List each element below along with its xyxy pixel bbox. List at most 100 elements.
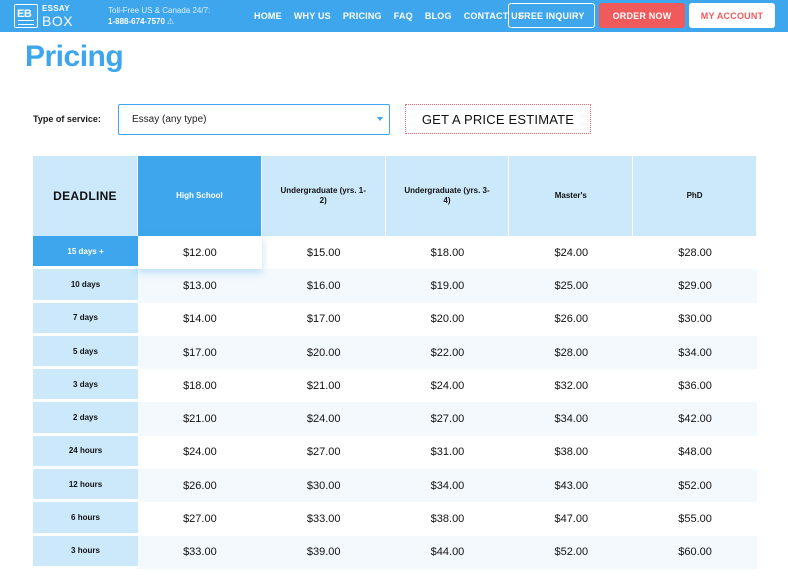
- price-cell[interactable]: $34.00: [509, 402, 634, 436]
- price-cell[interactable]: $47.00: [509, 502, 634, 536]
- service-type-select[interactable]: Essay (any type): [118, 104, 390, 135]
- price-cell[interactable]: $24.00: [261, 402, 386, 436]
- price-cell[interactable]: $22.00: [385, 335, 510, 370]
- price-cell[interactable]: $38.00: [509, 435, 634, 470]
- price-estimate-button[interactable]: GET A PRICE ESTIMATE: [405, 104, 591, 134]
- price-cell[interactable]: $17.00: [138, 335, 262, 370]
- table-row: 3 hours $33.00 $39.00 $44.00 $52.00 $60.00: [33, 535, 757, 569]
- price-cell[interactable]: $48.00: [633, 435, 757, 470]
- tollfree-label: Toll-Free US & Canada 24/7:: [108, 6, 211, 15]
- table-row: 5 days $17.00 $20.00 $22.00 $28.00 $34.00: [33, 335, 757, 370]
- deadline-cell[interactable]: 10 days: [33, 269, 138, 303]
- logo-text: ESSAY BOX: [42, 4, 74, 29]
- price-cell[interactable]: $52.00: [509, 535, 634, 569]
- price-cell[interactable]: $30.00: [261, 469, 386, 503]
- price-cell[interactable]: $14.00: [138, 302, 262, 336]
- price-cell[interactable]: $43.00: [509, 469, 634, 503]
- nav-home[interactable]: HOME: [254, 11, 282, 21]
- price-cell[interactable]: $28.00: [509, 335, 634, 370]
- pricing-table: DEADLINE High School Undergraduate (yrs.…: [33, 156, 757, 569]
- site-header: EB ESSAY BOX Toll-Free US & Canada 24/7:…: [0, 0, 788, 32]
- price-cell[interactable]: $16.00: [261, 269, 386, 303]
- my-account-button[interactable]: MY ACCOUNT: [689, 3, 775, 28]
- service-type-value: Essay (any type): [132, 114, 207, 125]
- price-cell[interactable]: $18.00: [385, 236, 510, 270]
- price-cell[interactable]: $38.00: [385, 502, 510, 536]
- price-cell[interactable]: $33.00: [138, 535, 262, 569]
- price-cell[interactable]: $24.00: [509, 236, 634, 270]
- table-row: 15 days + $12.00 $15.00 $18.00 $24.00 $28.00: [33, 236, 757, 270]
- price-cell[interactable]: $39.00: [261, 535, 386, 569]
- deadline-cell[interactable]: 24 hours: [33, 435, 138, 470]
- nav-faq[interactable]: FAQ: [394, 11, 413, 21]
- price-cell[interactable]: $44.00: [385, 535, 510, 569]
- table-row: 24 hours $24.00 $27.00 $31.00 $38.00 $48.00: [33, 435, 757, 470]
- nav-why-us[interactable]: WHY US: [294, 11, 331, 21]
- price-cell[interactable]: $20.00: [385, 302, 510, 336]
- price-cell[interactable]: $20.00: [261, 335, 386, 370]
- table-row: 10 days $13.00 $16.00 $19.00 $25.00 $29.00: [33, 269, 757, 303]
- price-cell[interactable]: $27.00: [138, 502, 262, 536]
- price-cell[interactable]: $24.00: [138, 435, 262, 470]
- price-cell[interactable]: $17.00: [261, 302, 386, 336]
- price-cell[interactable]: $42.00: [633, 402, 757, 436]
- nav-pricing[interactable]: PRICING: [343, 11, 382, 21]
- price-cell[interactable]: $26.00: [509, 302, 634, 336]
- price-cell[interactable]: $55.00: [633, 502, 757, 536]
- price-cell[interactable]: $34.00: [385, 469, 510, 503]
- price-cell[interactable]: $12.00: [138, 236, 262, 270]
- tollfree-phone[interactable]: 1-888-674-7570: [108, 17, 165, 26]
- price-cell[interactable]: $15.00: [261, 236, 386, 270]
- level-header-phd[interactable]: PhD: [633, 156, 757, 236]
- page-title: Pricing: [25, 40, 124, 73]
- price-cell[interactable]: $21.00: [261, 369, 386, 403]
- price-cell[interactable]: $21.00: [138, 402, 262, 436]
- price-cell[interactable]: $29.00: [633, 269, 757, 303]
- logo-bottom: BOX: [42, 12, 74, 29]
- deadline-cell[interactable]: 3 hours: [33, 535, 138, 569]
- logo[interactable]: EB ESSAY BOX: [14, 4, 73, 28]
- price-cell[interactable]: $19.00: [385, 269, 510, 303]
- price-cell[interactable]: $18.00: [138, 369, 262, 403]
- deadline-cell[interactable]: 5 days: [33, 335, 138, 370]
- nav-blog[interactable]: BLOG: [425, 11, 452, 21]
- price-cell[interactable]: $32.00: [509, 369, 634, 403]
- price-cell[interactable]: $34.00: [633, 335, 757, 370]
- deadline-cell[interactable]: 15 days +: [33, 236, 138, 270]
- price-cell[interactable]: $27.00: [385, 402, 510, 436]
- tollfree-info: Toll-Free US & Canada 24/7: 1-888-674-75…: [108, 5, 210, 27]
- price-cell[interactable]: $30.00: [633, 302, 757, 336]
- table-row: 7 days $14.00 $17.00 $20.00 $26.00 $30.00: [33, 302, 757, 336]
- table-row: 3 days $18.00 $21.00 $24.00 $32.00 $36.00: [33, 369, 757, 403]
- deadline-cell[interactable]: 6 hours: [33, 502, 138, 536]
- free-inquiry-button[interactable]: FREE INQUIRY: [508, 3, 595, 28]
- price-cell[interactable]: $31.00: [385, 435, 510, 470]
- price-cell[interactable]: $33.00: [261, 502, 386, 536]
- order-now-button[interactable]: ORDER NOW: [599, 3, 685, 28]
- table-row: 12 hours $26.00 $30.00 $34.00 $43.00 $52.00: [33, 469, 757, 503]
- logo-mark: EB: [17, 8, 32, 20]
- price-cell[interactable]: $24.00: [385, 369, 510, 403]
- deadline-cell[interactable]: 2 days: [33, 402, 138, 436]
- table-row: 6 hours $27.00 $33.00 $38.00 $47.00 $55.00: [33, 502, 757, 536]
- price-cell[interactable]: $27.00: [261, 435, 386, 470]
- price-cell[interactable]: $26.00: [138, 469, 262, 503]
- level-header-high-school[interactable]: High School: [138, 156, 262, 236]
- price-cell[interactable]: $60.00: [633, 535, 757, 569]
- price-cell[interactable]: $52.00: [633, 469, 757, 503]
- price-cell[interactable]: $13.00: [138, 269, 262, 303]
- price-cell[interactable]: $25.00: [509, 269, 634, 303]
- level-header-undergrad-3-4[interactable]: Undergraduate (yrs. 3-4): [385, 156, 510, 236]
- table-header: DEADLINE High School Undergraduate (yrs.…: [33, 156, 757, 236]
- table-body: 15 days + $12.00 $15.00 $18.00 $24.00 $28.00 1…: [33, 236, 757, 569]
- deadline-cell[interactable]: 12 hours: [33, 469, 138, 503]
- price-cell[interactable]: $28.00: [633, 236, 757, 270]
- book-icon: EB: [14, 4, 38, 28]
- caret-down-icon: [377, 117, 383, 121]
- deadline-header: DEADLINE: [33, 156, 138, 236]
- price-cell[interactable]: $36.00: [633, 369, 757, 403]
- level-header-undergrad-1-2[interactable]: Undergraduate (yrs. 1-2): [261, 156, 386, 236]
- level-header-masters[interactable]: Master's: [509, 156, 634, 236]
- deadline-cell[interactable]: 7 days: [33, 302, 138, 336]
- deadline-cell[interactable]: 3 days: [33, 369, 138, 403]
